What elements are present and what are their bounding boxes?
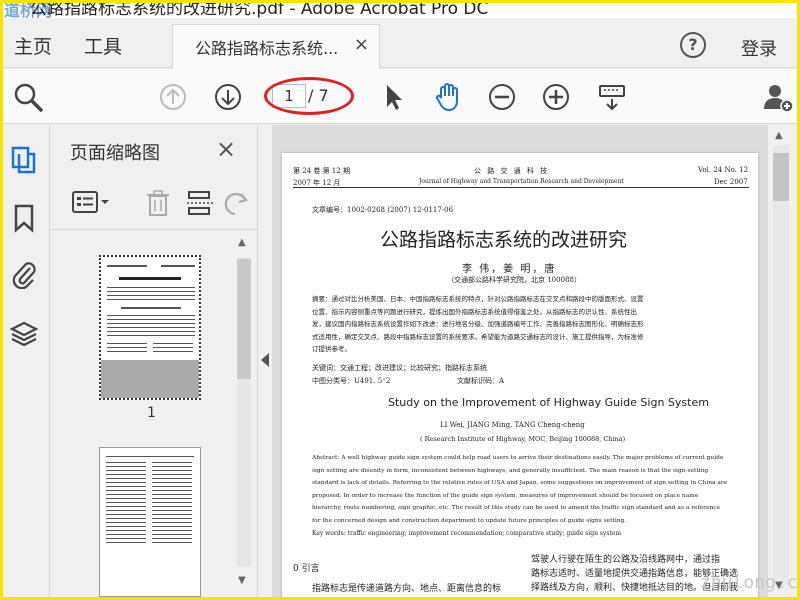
abstract-cn-line: 订提供参考。: [312, 345, 351, 354]
thumbnail-scrollbar[interactable]: ▲ ▼: [233, 235, 253, 595]
header-volume: 第 24 卷 第 12 期: [293, 167, 350, 175]
abstract-en-line: sign setting are disunity in form, incon…: [312, 467, 709, 474]
abstract-en-line: hierarchy, route numbering, sign graphic…: [312, 505, 721, 512]
scroll-up-icon[interactable]: ▲: [238, 237, 246, 248]
select-cursor-icon[interactable]: [378, 81, 410, 113]
delete-page-icon[interactable]: [143, 188, 173, 222]
bookmark-icon[interactable]: [9, 203, 39, 235]
affiliation-cn: （交通部公路科学研究院，北京 100088）: [447, 276, 581, 284]
title-bar: 道桥网 公路指路标志系统的改进研究.pdf - Adobe Acrobat Pr…: [0, 0, 800, 18]
home-menu[interactable]: 主页: [14, 32, 52, 59]
layers-icon[interactable]: [9, 319, 39, 351]
keyboard-down-icon[interactable]: [596, 81, 628, 113]
thumbnail-options-icon[interactable]: [71, 188, 111, 222]
scrollbar-thumb[interactable]: [773, 153, 789, 201]
thumbnail-panel-title: 页面缩略图: [70, 143, 160, 164]
rotate-page-icon[interactable]: [223, 188, 253, 222]
toolbar: 1 / 7: [0, 69, 800, 124]
intro-text-right: 驾驶人行驶在陌生的公路及沿线路网中，通过指: [531, 555, 721, 565]
abstract-en-line: standard is lack of details. Referring t…: [312, 480, 728, 487]
window-title: 公路指路标志系统的改进研究.pdf - Adobe Acrobat Pro DC: [30, 0, 489, 18]
abstract-en-line: for the concerned design and constructio…: [312, 517, 627, 524]
zoom-out-icon[interactable]: [486, 81, 518, 113]
insert-page-icon[interactable]: [185, 188, 215, 222]
header-journal-en: Journal of Highway and Transportation Re…: [419, 178, 624, 185]
scroll-down-icon[interactable]: ▼: [238, 575, 246, 586]
annotation-ellipse: [264, 77, 354, 115]
next-page-icon[interactable]: [212, 81, 244, 113]
left-tool-strip: [0, 125, 50, 600]
abstract-cn-line: 摘要：通过对比分析美国、日本、中国指路标志系统的特点，针对公路指路标志在交叉点和…: [312, 295, 644, 303]
hand-tool-icon[interactable]: [432, 81, 464, 113]
zoom-search-icon[interactable]: [12, 81, 44, 113]
paper-title-cn: 公路指路标志系统的改进研究: [380, 229, 628, 251]
page-thumbnails-icon[interactable]: [9, 145, 39, 177]
attachment-icon[interactable]: [9, 259, 39, 291]
abstract-en-line: proposed. In order to increase the funct…: [312, 492, 699, 499]
zoom-in-icon[interactable]: [540, 81, 572, 113]
intro-heading: 0 引言: [293, 564, 320, 574]
header-vol-en: Vol. 24 No. 12: [698, 166, 749, 174]
login-button[interactable]: 登录: [741, 35, 777, 61]
paper-title-en: Study on the Improvement of Highway Guid…: [388, 396, 709, 409]
tab-document-label: 公路指路标志系统...: [195, 39, 339, 58]
header-journal-cn: 公 路 交 通 科 技: [474, 167, 550, 175]
document-code: 文献标识码：A: [457, 377, 505, 385]
page-thumbnail-1[interactable]: [99, 255, 201, 400]
add-user-icon[interactable]: [762, 81, 794, 113]
thumbnail-panel: 页面缩略图 × ▲ ▼ 1: [51, 125, 258, 600]
page-thumbnail-1-label: 1: [147, 405, 156, 421]
abstract-en-line: Abstract: A well highway guide sign syst…: [312, 455, 724, 461]
abstract-cn-line: 式适用性，确定交叉点、路段中指路标志设置的系统要求。希望能为道路交通标志的设计、…: [312, 332, 644, 341]
tools-menu[interactable]: 工具: [84, 32, 122, 59]
keywords-en: Key words: traffic engineering; improvem…: [312, 530, 622, 537]
tab-close-icon[interactable]: ×: [354, 34, 369, 55]
scroll-up-icon[interactable]: ▲: [775, 130, 783, 141]
pdf-page: 第 24 卷 第 12 期 2007 年 12 月 公 路 交 通 科 技 Jo…: [282, 153, 758, 600]
collapse-arrow-icon[interactable]: [261, 353, 269, 367]
abstract-cn-line: 发，建议国内指路标志系统设置作如下改进：进行地名分级、加强道路编号工作、完善指路…: [312, 320, 644, 329]
thumbnail-toolbar: [51, 180, 258, 230]
class-number: 中图分类号：U491. 5⁺2: [312, 377, 391, 385]
header-date-en: Dec 2007: [714, 178, 748, 186]
thumbnail-panel-close-icon[interactable]: ×: [216, 135, 236, 163]
menu-bar: 主页 工具 公路指路标志系统... × ? 登录: [0, 18, 800, 69]
keywords-cn: 关键词：交通工程；改进建议；比较研究；指路标志系统: [312, 364, 487, 372]
abstract-en: Abstract: A well highway guide sign syst…: [312, 452, 727, 528]
article-number: 文章编号：1002-0268 (2007) 12-0117-06: [312, 206, 454, 214]
authors-cn: 李 伟，姜 明，唐: [462, 264, 557, 275]
panel-collapse-handle[interactable]: [258, 125, 272, 600]
affiliation-en: ( Research Institute of Highway, MOC, Be…: [420, 435, 626, 443]
tab-document[interactable]: 公路指路标志系统... ×: [172, 24, 380, 69]
abstract-cn: 摘要：通过对比分析美国、日本、中国指路标志系统的特点，针对公路指路标志在交叉点和…: [312, 293, 644, 356]
document-scrollbar[interactable]: ▲ ▼: [768, 125, 797, 600]
authors-en: LI Wei, JIANG Ming, TANG Cheng-cheng: [440, 421, 585, 429]
corner-watermark: zhulong.com: [700, 572, 800, 593]
document-view[interactable]: 第 24 卷 第 12 期 2007 年 12 月 公 路 交 通 科 技 Jo…: [272, 125, 768, 600]
help-button[interactable]: ?: [680, 32, 706, 58]
page-thumbnail-2[interactable]: [99, 447, 201, 597]
intro-text-left: 指路标志是传递道路方向、地点、距离信息的标: [312, 584, 502, 594]
previous-page-icon[interactable]: [157, 81, 189, 113]
abstract-cn-line: 位置、指示内容侧重点等问题进行研究，提炼出国外指路标志系统值得借鉴之处。从指路标…: [312, 307, 637, 316]
